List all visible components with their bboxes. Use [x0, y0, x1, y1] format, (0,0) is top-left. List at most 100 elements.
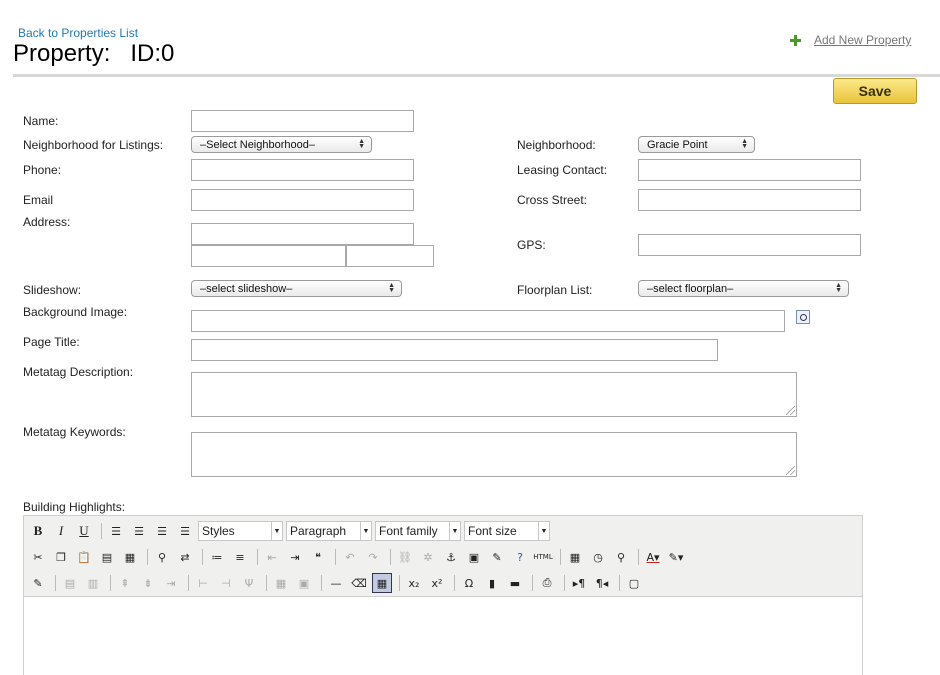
col-before-icon[interactable]: ⊢ [193, 573, 213, 593]
add-new-property[interactable]: Add New Property [790, 33, 911, 47]
anchor-icon[interactable]: ⚓ [441, 547, 461, 567]
insert-time-icon[interactable]: ◷ [588, 547, 608, 567]
italic-button[interactable]: I [51, 521, 71, 541]
bold-button[interactable]: B [28, 521, 48, 541]
outdent-icon[interactable]: ⇤ [262, 547, 282, 567]
special-char-icon[interactable]: Ω [459, 573, 479, 593]
neighborhood-listings-select[interactable]: –Select Neighborhood– ▲ ▼ [191, 136, 372, 153]
address-city-input[interactable] [191, 245, 346, 267]
link-icon[interactable]: ⛓ [395, 547, 415, 567]
editor-content-area[interactable] [24, 597, 862, 675]
indent-icon[interactable]: ⇥ [285, 547, 305, 567]
header-divider [13, 74, 940, 77]
gps-input[interactable] [638, 234, 861, 256]
chevron-updown-icon: ▲ ▼ [388, 282, 395, 294]
page-title-input[interactable] [191, 339, 718, 361]
font-size-select[interactable]: Font size ▼ [464, 521, 550, 541]
format-select[interactable]: Paragraph ▼ [286, 521, 372, 541]
subscript-icon[interactable]: x₂ [404, 573, 424, 593]
back-to-properties-link[interactable]: Back to Properties List [18, 26, 138, 40]
paste-text-icon[interactable]: ▤ [97, 547, 117, 567]
save-button[interactable]: Save [833, 78, 917, 104]
font-family-select[interactable]: Font family ▼ [375, 521, 461, 541]
media-icon[interactable]: ▮ [482, 573, 502, 593]
split-cells-icon[interactable]: ▦ [271, 573, 291, 593]
numbered-list-icon[interactable]: ≡ [230, 547, 250, 567]
cross-street-label: Cross Street: [517, 193, 588, 207]
text-color-icon[interactable]: A▾ [643, 547, 663, 567]
help-icon[interactable]: ? [510, 547, 530, 567]
visual-aid-icon[interactable]: ▦ [372, 573, 392, 593]
row-before-icon[interactable]: ⇞ [115, 573, 135, 593]
redo-icon[interactable]: ↷ [363, 547, 383, 567]
toolbar-separator [619, 575, 620, 591]
email-label: Email [23, 193, 54, 207]
rich-text-editor[interactable]: B I U ☰ ☰ ☰ ☰ Styles ▼ Paragraph ▼ Font fa… [23, 515, 863, 675]
bullet-list-icon[interactable]: ≔ [207, 547, 227, 567]
neighborhood-select[interactable]: Gracie Point ▲ ▼ [638, 136, 755, 153]
undo-icon[interactable]: ↶ [340, 547, 360, 567]
horizontal-rule-icon[interactable]: — [326, 573, 346, 593]
cross-street-input[interactable] [638, 189, 861, 211]
rtl-icon[interactable]: ¶◂ [592, 573, 612, 593]
remove-format-icon[interactable]: ⌫ [349, 573, 369, 593]
slideshow-value: –select slideshow– [200, 282, 293, 295]
cleanup-icon[interactable]: ✎ [487, 547, 507, 567]
preview-icon[interactable]: ⚲ [611, 547, 631, 567]
background-image-input[interactable] [191, 310, 785, 332]
ltr-icon[interactable]: ▸¶ [569, 573, 589, 593]
edit-table-icon[interactable]: ✎ [28, 573, 48, 593]
insert-date-icon[interactable]: ▦ [565, 547, 585, 567]
meta-keywords-textarea[interactable] [191, 432, 797, 477]
html-button[interactable]: HTML [533, 547, 553, 567]
unlink-icon[interactable]: ✲ [418, 547, 438, 567]
cell-props-icon[interactable]: ▥ [83, 573, 103, 593]
row-props-icon[interactable]: ▤ [60, 573, 80, 593]
col-after-icon[interactable]: ⊣ [216, 573, 236, 593]
highlight-color-icon[interactable]: ✎▾ [666, 547, 686, 567]
toolbar-row-3: ✎ ▤ ▥ ⇞ ⇟ ⇥ ⊢ ⊣ Ψ ▦ ▣ — ⌫ ▦ x₂ x² Ω ▮ ▬ [28, 572, 647, 594]
styles-select[interactable]: Styles ▼ [198, 521, 283, 541]
phone-input[interactable] [191, 159, 414, 181]
address-label: Address: [23, 215, 71, 229]
add-new-property-link[interactable]: Add New Property [814, 33, 911, 47]
email-input[interactable] [191, 189, 414, 211]
leasing-contact-label: Leasing Contact: [517, 163, 608, 177]
fullscreen-icon[interactable]: ▢ [624, 573, 644, 593]
delete-row-icon[interactable]: ⇥ [161, 573, 181, 593]
copy-icon[interactable]: ❐ [51, 547, 71, 567]
align-right-icon[interactable]: ☰ [152, 521, 172, 541]
resize-grip-icon[interactable] [786, 466, 795, 475]
floorplan-value: –select floorplan– [647, 282, 734, 295]
address-zip-input[interactable] [346, 245, 434, 267]
editor-toolbar: B I U ☰ ☰ ☰ ☰ Styles ▼ Paragraph ▼ Font fa… [24, 516, 862, 597]
address-line1-input[interactable] [191, 223, 414, 245]
gps-label: GPS: [517, 238, 546, 252]
meta-description-textarea[interactable] [191, 372, 797, 417]
image-icon[interactable]: ▣ [464, 547, 484, 567]
slideshow-select[interactable]: –select slideshow– ▲ ▼ [191, 280, 402, 297]
leasing-contact-input[interactable] [638, 159, 861, 181]
resize-grip-icon[interactable] [786, 406, 795, 415]
underline-button[interactable]: U [74, 521, 94, 541]
align-center-icon[interactable]: ☰ [129, 521, 149, 541]
paste-word-icon[interactable]: ▦ [120, 547, 140, 567]
print-icon[interactable]: ⎙ [537, 573, 557, 593]
replace-icon[interactable]: ⇄ [175, 547, 195, 567]
align-justify-icon[interactable]: ☰ [175, 521, 195, 541]
cut-icon[interactable]: ✂ [28, 547, 48, 567]
chevron-updown-icon: ▲ ▼ [741, 138, 748, 150]
superscript-icon[interactable]: x² [427, 573, 447, 593]
phone-label: Phone: [23, 163, 62, 177]
blockquote-icon[interactable]: ❝ [308, 547, 328, 567]
row-after-icon[interactable]: ⇟ [138, 573, 158, 593]
align-left-icon[interactable]: ☰ [106, 521, 126, 541]
paste-icon[interactable]: 📋 [74, 547, 94, 567]
floorplan-select[interactable]: –select floorplan– ▲ ▼ [638, 280, 849, 297]
advanced-hr-icon[interactable]: ▬ [505, 573, 525, 593]
browse-image-icon[interactable] [796, 310, 810, 324]
find-icon[interactable]: ⚲ [152, 547, 172, 567]
delete-col-icon[interactable]: Ψ [239, 573, 259, 593]
merge-cells-icon[interactable]: ▣ [294, 573, 314, 593]
name-input[interactable] [191, 110, 414, 132]
